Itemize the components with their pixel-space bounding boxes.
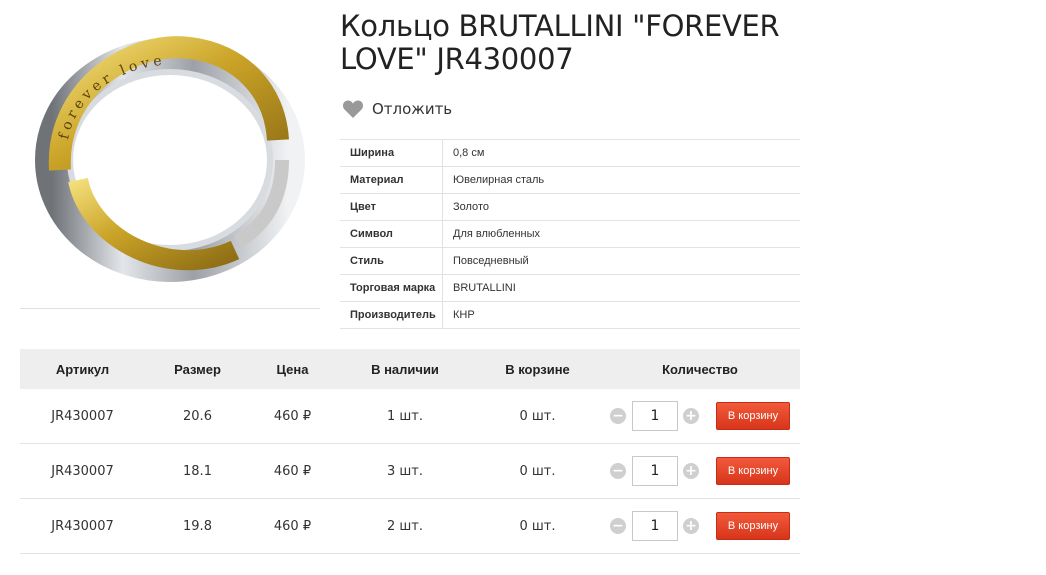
property-value: КНР	[442, 301, 800, 329]
page-title: Кольцо BRUTALLINI "FOREVER LOVE" JR43000…	[340, 9, 780, 76]
plus-icon[interactable]: +	[683, 463, 699, 479]
add-to-cart-button[interactable]: В корзину	[716, 402, 790, 430]
property-value: Для влюбленных	[442, 220, 800, 248]
property-name: Материал	[340, 166, 443, 194]
property-row: Цвет Золото	[340, 193, 800, 221]
table-row: JR430007 18.1 460 ₽ 3 шт. 0 шт. − + В ко…	[20, 443, 800, 499]
property-value: BRUTALLINI	[442, 274, 800, 302]
price-cell: 460 ₽	[250, 443, 335, 499]
minus-icon[interactable]: −	[610, 408, 626, 424]
column-header-price: Цена	[250, 349, 335, 389]
properties-table: Ширина 0,8 см Материал Ювелирная сталь Цве…	[340, 139, 800, 329]
property-name: Символ	[340, 220, 443, 248]
quantity-stepper: − + В корзину	[600, 401, 800, 431]
column-header-quantity: Количество	[600, 349, 800, 389]
quantity-stepper: − + В корзину	[600, 511, 800, 541]
price-cell: 460 ₽	[250, 389, 335, 444]
quantity-input[interactable]	[632, 456, 678, 486]
minus-icon[interactable]: −	[610, 518, 626, 534]
quantity-cell: − + В корзину	[600, 443, 800, 499]
article-cell: JR430007	[20, 443, 145, 499]
wishlist-button[interactable]: Отложить	[342, 98, 452, 120]
size-cell: 20.6	[145, 389, 250, 444]
size-cell: 19.8	[145, 498, 250, 554]
add-to-cart-button[interactable]: В корзину	[716, 457, 790, 485]
stock-cell: 2 шт.	[335, 498, 475, 554]
property-name: Цвет	[340, 193, 443, 221]
quantity-stepper: − + В корзину	[600, 456, 800, 486]
property-row: Символ Для влюбленных	[340, 220, 800, 248]
offers-table: Артикул Размер Цена В наличии В корзине …	[20, 349, 800, 554]
table-row: JR430007 20.6 460 ₽ 1 шт. 0 шт. − + В ко…	[20, 389, 800, 444]
property-name: Стиль	[340, 247, 443, 275]
column-header-size: Размер	[145, 349, 250, 389]
wishlist-label: Отложить	[372, 100, 453, 118]
article-cell: JR430007	[20, 498, 145, 554]
column-header-in-cart: В корзине	[475, 349, 600, 389]
offers-header-row: Артикул Размер Цена В наличии В корзине …	[20, 349, 800, 389]
property-value: 0,8 см	[442, 139, 800, 167]
article-cell: JR430007	[20, 389, 145, 444]
in-cart-cell: 0 шт.	[475, 389, 600, 444]
quantity-input[interactable]	[632, 511, 678, 541]
add-to-cart-button[interactable]: В корзину	[716, 512, 790, 540]
property-name: Ширина	[340, 139, 443, 167]
property-name: Торговая марка	[340, 274, 443, 302]
product-image[interactable]: forever love	[20, 10, 320, 309]
size-cell: 18.1	[145, 443, 250, 499]
property-row: Ширина 0,8 см	[340, 139, 800, 167]
property-name: Производитель	[340, 301, 443, 329]
quantity-input[interactable]	[632, 401, 678, 431]
property-value: Повседневный	[442, 247, 800, 275]
stock-cell: 1 шт.	[335, 389, 475, 444]
table-row: JR430007 19.8 460 ₽ 2 шт. 0 шт. − + В ко…	[20, 498, 800, 554]
quantity-cell: − + В корзину	[600, 498, 800, 554]
property-value: Ювелирная сталь	[442, 166, 800, 194]
price-cell: 460 ₽	[250, 498, 335, 554]
property-value: Золото	[442, 193, 800, 221]
column-header-article: Артикул	[20, 349, 145, 389]
quantity-cell: − + В корзину	[600, 389, 800, 444]
column-header-stock: В наличии	[335, 349, 475, 389]
property-row: Торговая марка BRUTALLINI	[340, 274, 800, 302]
stock-cell: 3 шт.	[335, 443, 475, 499]
plus-icon[interactable]: +	[683, 408, 699, 424]
minus-icon[interactable]: −	[610, 463, 626, 479]
ring-picture: forever love	[35, 36, 305, 282]
property-row: Стиль Повседневный	[340, 247, 800, 275]
heart-icon	[342, 100, 364, 118]
property-row: Материал Ювелирная сталь	[340, 166, 800, 194]
in-cart-cell: 0 шт.	[475, 443, 600, 499]
in-cart-cell: 0 шт.	[475, 498, 600, 554]
property-row: Производитель КНР	[340, 301, 800, 329]
plus-icon[interactable]: +	[683, 518, 699, 534]
